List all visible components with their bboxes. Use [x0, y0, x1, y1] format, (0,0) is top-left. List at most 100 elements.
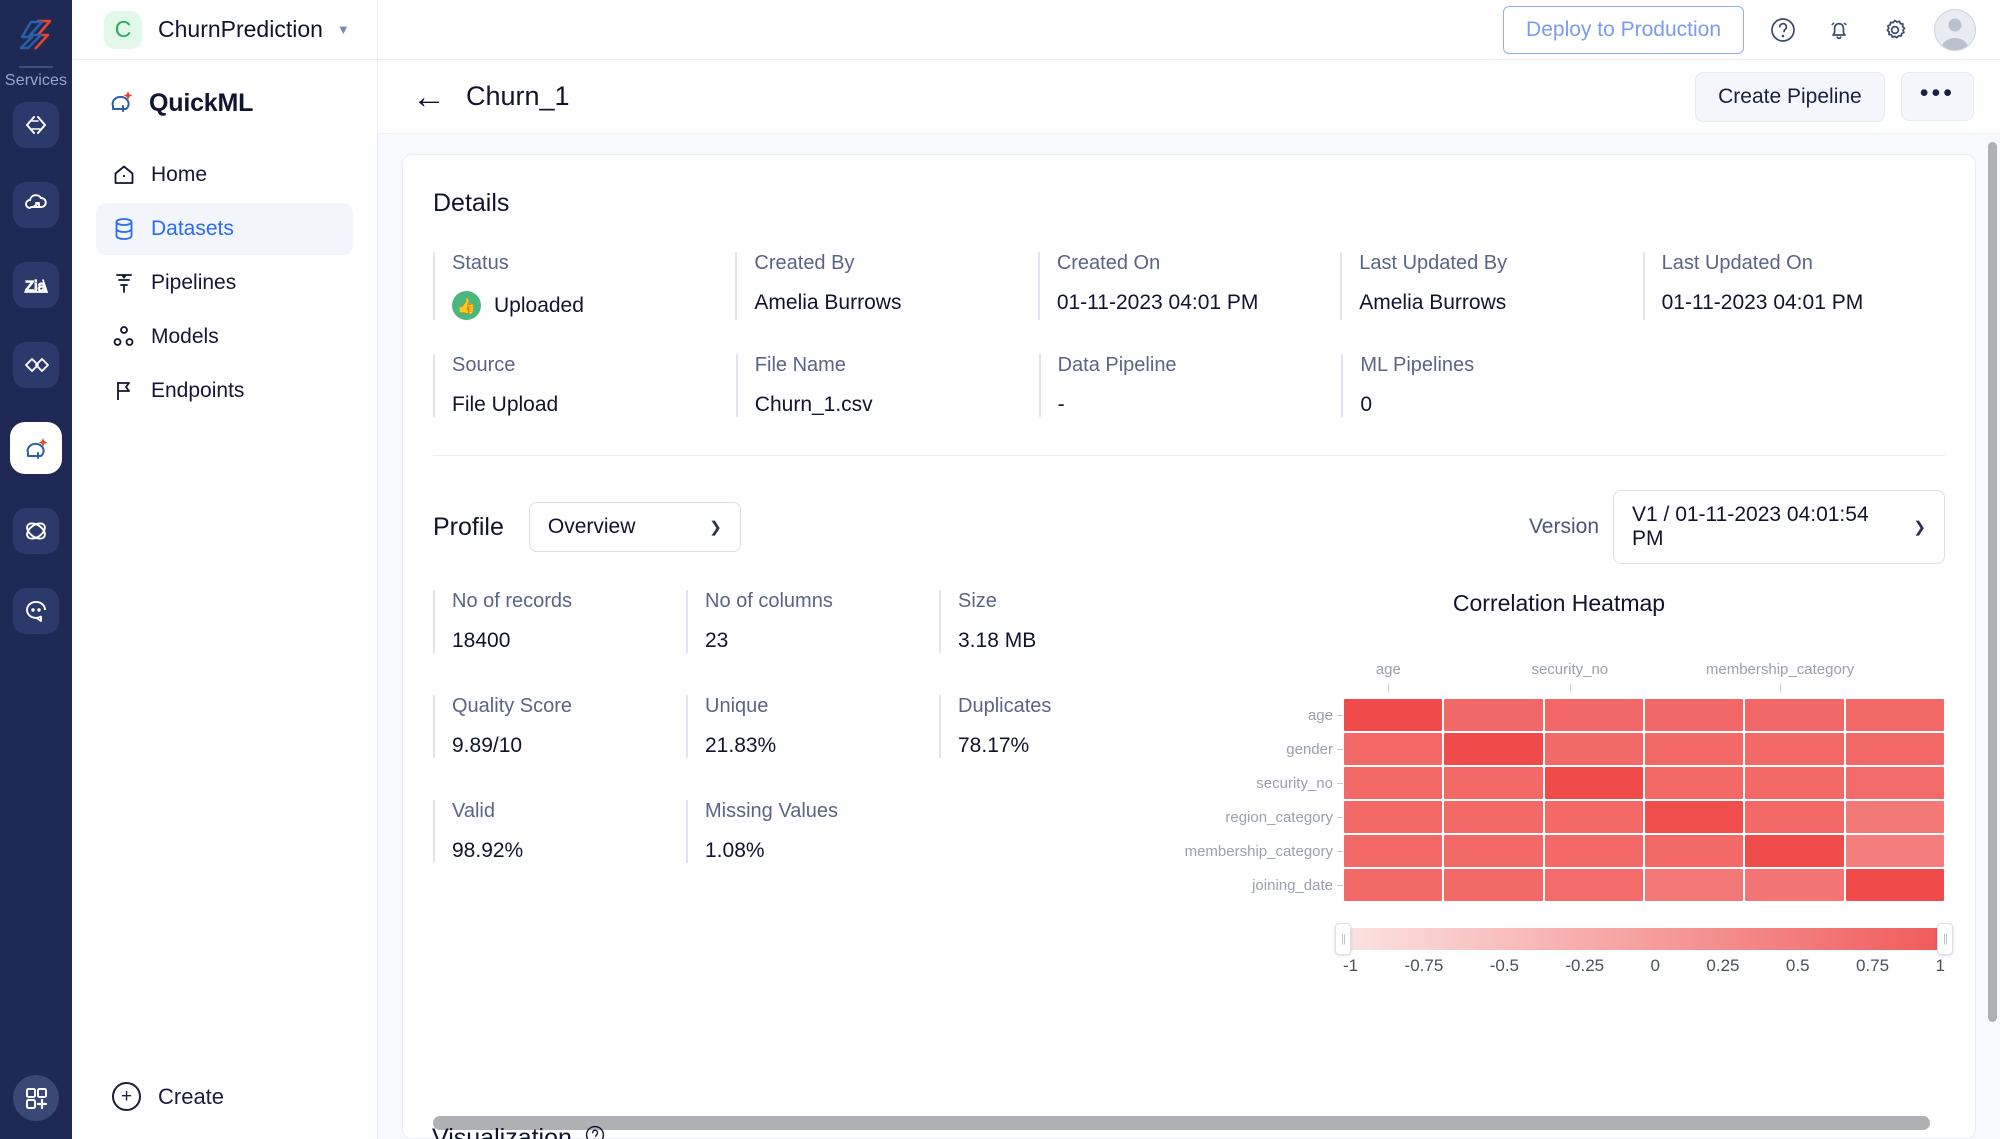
chevron-down-icon[interactable]: ▼	[337, 22, 350, 37]
heatmap-cell[interactable]	[1644, 869, 1744, 901]
horizontal-scrollbar[interactable]	[433, 1116, 1945, 1138]
apps-grid-add-icon[interactable]	[13, 1075, 59, 1121]
heatmap-cell[interactable]	[1644, 767, 1744, 799]
flag-icon	[112, 379, 136, 403]
heatmap-cell[interactable]	[1544, 767, 1643, 799]
heatmap-cell[interactable]	[1644, 835, 1744, 867]
detail-value: 01-11-2023 04:01 PM	[1661, 291, 1864, 314]
heatmap-cell[interactable]	[1745, 699, 1844, 731]
heatmap-cell[interactable]	[1745, 869, 1844, 901]
stat-label: Unique	[705, 695, 769, 717]
heatmap-y-tick: region_category	[1193, 800, 1343, 834]
sidebar-item-datasets[interactable]: Datasets	[96, 203, 353, 255]
heatmap-y-tick: security_no	[1193, 766, 1343, 800]
heatmap-cell[interactable]	[1644, 699, 1744, 731]
heatmap-cell[interactable]	[1745, 835, 1844, 867]
stat-value: 18400	[452, 629, 511, 652]
detail-value: Amelia Burrows	[1359, 291, 1507, 314]
stat-value: 21.83%	[705, 734, 777, 757]
heatmap-y-tick: gender	[1193, 732, 1343, 766]
profile-view-select[interactable]: Overview ❯	[528, 502, 741, 552]
heatmap-cell[interactable]	[1644, 801, 1744, 833]
colorbar-gradient	[1343, 928, 1945, 950]
heatmap-cell[interactable]	[1544, 699, 1643, 731]
sidebar-item-home[interactable]: Home	[96, 149, 353, 201]
heatmap-cell[interactable]	[1344, 699, 1443, 731]
heatmap-cell[interactable]	[1745, 767, 1844, 799]
heatmap-cell[interactable]	[1444, 699, 1543, 731]
deploy-to-production-button[interactable]: Deploy to Production	[1503, 5, 1744, 54]
heatmap-cell[interactable]	[1845, 699, 1944, 731]
heatmap-cell[interactable]	[1444, 801, 1543, 833]
stat-size: Size 3.18 MB	[939, 590, 1192, 653]
create-button[interactable]: + Create	[72, 1066, 377, 1127]
horizontal-scrollbar-thumb[interactable]	[433, 1116, 1930, 1130]
chat-bot-icon[interactable]	[13, 588, 59, 634]
heatmap-cell[interactable]	[1845, 869, 1944, 901]
help-circle-icon[interactable]	[1766, 13, 1800, 47]
colorbar-handle-max[interactable]	[1937, 923, 1953, 955]
content-scroll-area: Details Status 👍 Uploaded Created By Ame…	[378, 134, 2000, 1139]
profile-heading: Profile	[433, 512, 504, 541]
avatar[interactable]	[1934, 8, 1976, 51]
heatmap-cell[interactable]	[1444, 835, 1543, 867]
stat-unique: Unique 21.83%	[686, 695, 939, 758]
more-options-button[interactable]: •••	[1900, 72, 1974, 121]
org-switcher[interactable]: C ChurnPrediction ▼	[72, 0, 377, 60]
version-select[interactable]: V1 / 01-11-2023 04:01:54 PM ❯	[1613, 490, 1945, 564]
vertical-scrollbar[interactable]	[1988, 142, 1997, 1022]
heatmap-cell[interactable]	[1544, 801, 1643, 833]
detail-label: Last Updated By	[1359, 252, 1508, 274]
stat-value: 78.17%	[958, 734, 1030, 757]
colorbar-handle-min[interactable]	[1335, 923, 1351, 955]
sidebar-item-endpoints[interactable]: Endpoints	[96, 365, 353, 417]
heatmap-cell[interactable]	[1845, 767, 1944, 799]
heatmap-cell[interactable]	[1344, 733, 1443, 765]
main-area: Deploy to Production ← Churn_1 Create Pi…	[378, 0, 2000, 1139]
colorbar-tick: 0.5	[1785, 956, 1810, 975]
heatmap-cell[interactable]	[1344, 801, 1443, 833]
heatmap-cell[interactable]	[1544, 733, 1643, 765]
heatmap-cell[interactable]	[1444, 869, 1543, 901]
orbit-icon[interactable]	[13, 508, 59, 554]
heatmap-cell[interactable]	[1544, 869, 1643, 901]
help-circle-icon[interactable]	[584, 1124, 606, 1139]
colorbar-tick: 0.75	[1855, 956, 1890, 975]
heatmap-cell[interactable]	[1344, 835, 1443, 867]
heatmap-cell[interactable]	[1745, 733, 1844, 765]
heatmap-cell[interactable]	[1845, 835, 1944, 867]
heatmap-cell[interactable]	[1845, 733, 1944, 765]
quickml-icon	[106, 86, 136, 121]
sidebar-item-pipelines[interactable]: Pipelines	[96, 257, 353, 309]
code-icon[interactable]	[13, 102, 59, 148]
colorbar-ticks: -1 -0.75 -0.5 -0.25 0 0.25 0.5 0.75 1	[1343, 956, 1945, 976]
zia-icon[interactable]: Zia	[13, 262, 59, 308]
stat-spacer	[939, 800, 1192, 863]
gear-icon[interactable]	[1878, 13, 1912, 47]
heatmap-x-tick	[1854, 661, 1945, 692]
profile-view-value: Overview	[547, 515, 636, 538]
create-pipeline-button[interactable]: Create Pipeline	[1695, 71, 1885, 122]
detail-value: File Upload	[452, 393, 559, 416]
thumbs-up-icon: 👍	[452, 291, 481, 320]
heatmap-cell[interactable]	[1444, 767, 1543, 799]
page-header: ← Churn_1 Create Pipeline •••	[378, 60, 2000, 134]
heatmap-cell[interactable]	[1845, 801, 1944, 833]
heatmap-cell[interactable]	[1745, 801, 1844, 833]
heatmap-colorbar[interactable]: -1 -0.75 -0.5 -0.25 0 0.25 0.5 0.75 1	[1335, 923, 1953, 976]
quickml-icon[interactable]	[10, 422, 62, 474]
heatmap-cell[interactable]	[1344, 869, 1443, 901]
details-row-1: Status 👍 Uploaded Created By Amelia Burr…	[433, 252, 1945, 320]
cloud-deploy-icon[interactable]	[13, 182, 59, 228]
heatmap-cell[interactable]	[1544, 835, 1643, 867]
detail-value: -	[1057, 393, 1065, 416]
bell-icon[interactable]	[1822, 13, 1856, 47]
heatmap-cell[interactable]	[1344, 767, 1443, 799]
link-chain-icon[interactable]	[13, 342, 59, 388]
sidebar-item-models[interactable]: Models	[96, 311, 353, 363]
heatmap-cell[interactable]	[1444, 733, 1543, 765]
heatmap-cell[interactable]	[1644, 733, 1744, 765]
detail-value: 01-11-2023 04:01 PM	[1056, 291, 1259, 314]
zoho-logo[interactable]	[13, 12, 59, 58]
back-arrow-icon[interactable]: ←	[412, 80, 446, 114]
